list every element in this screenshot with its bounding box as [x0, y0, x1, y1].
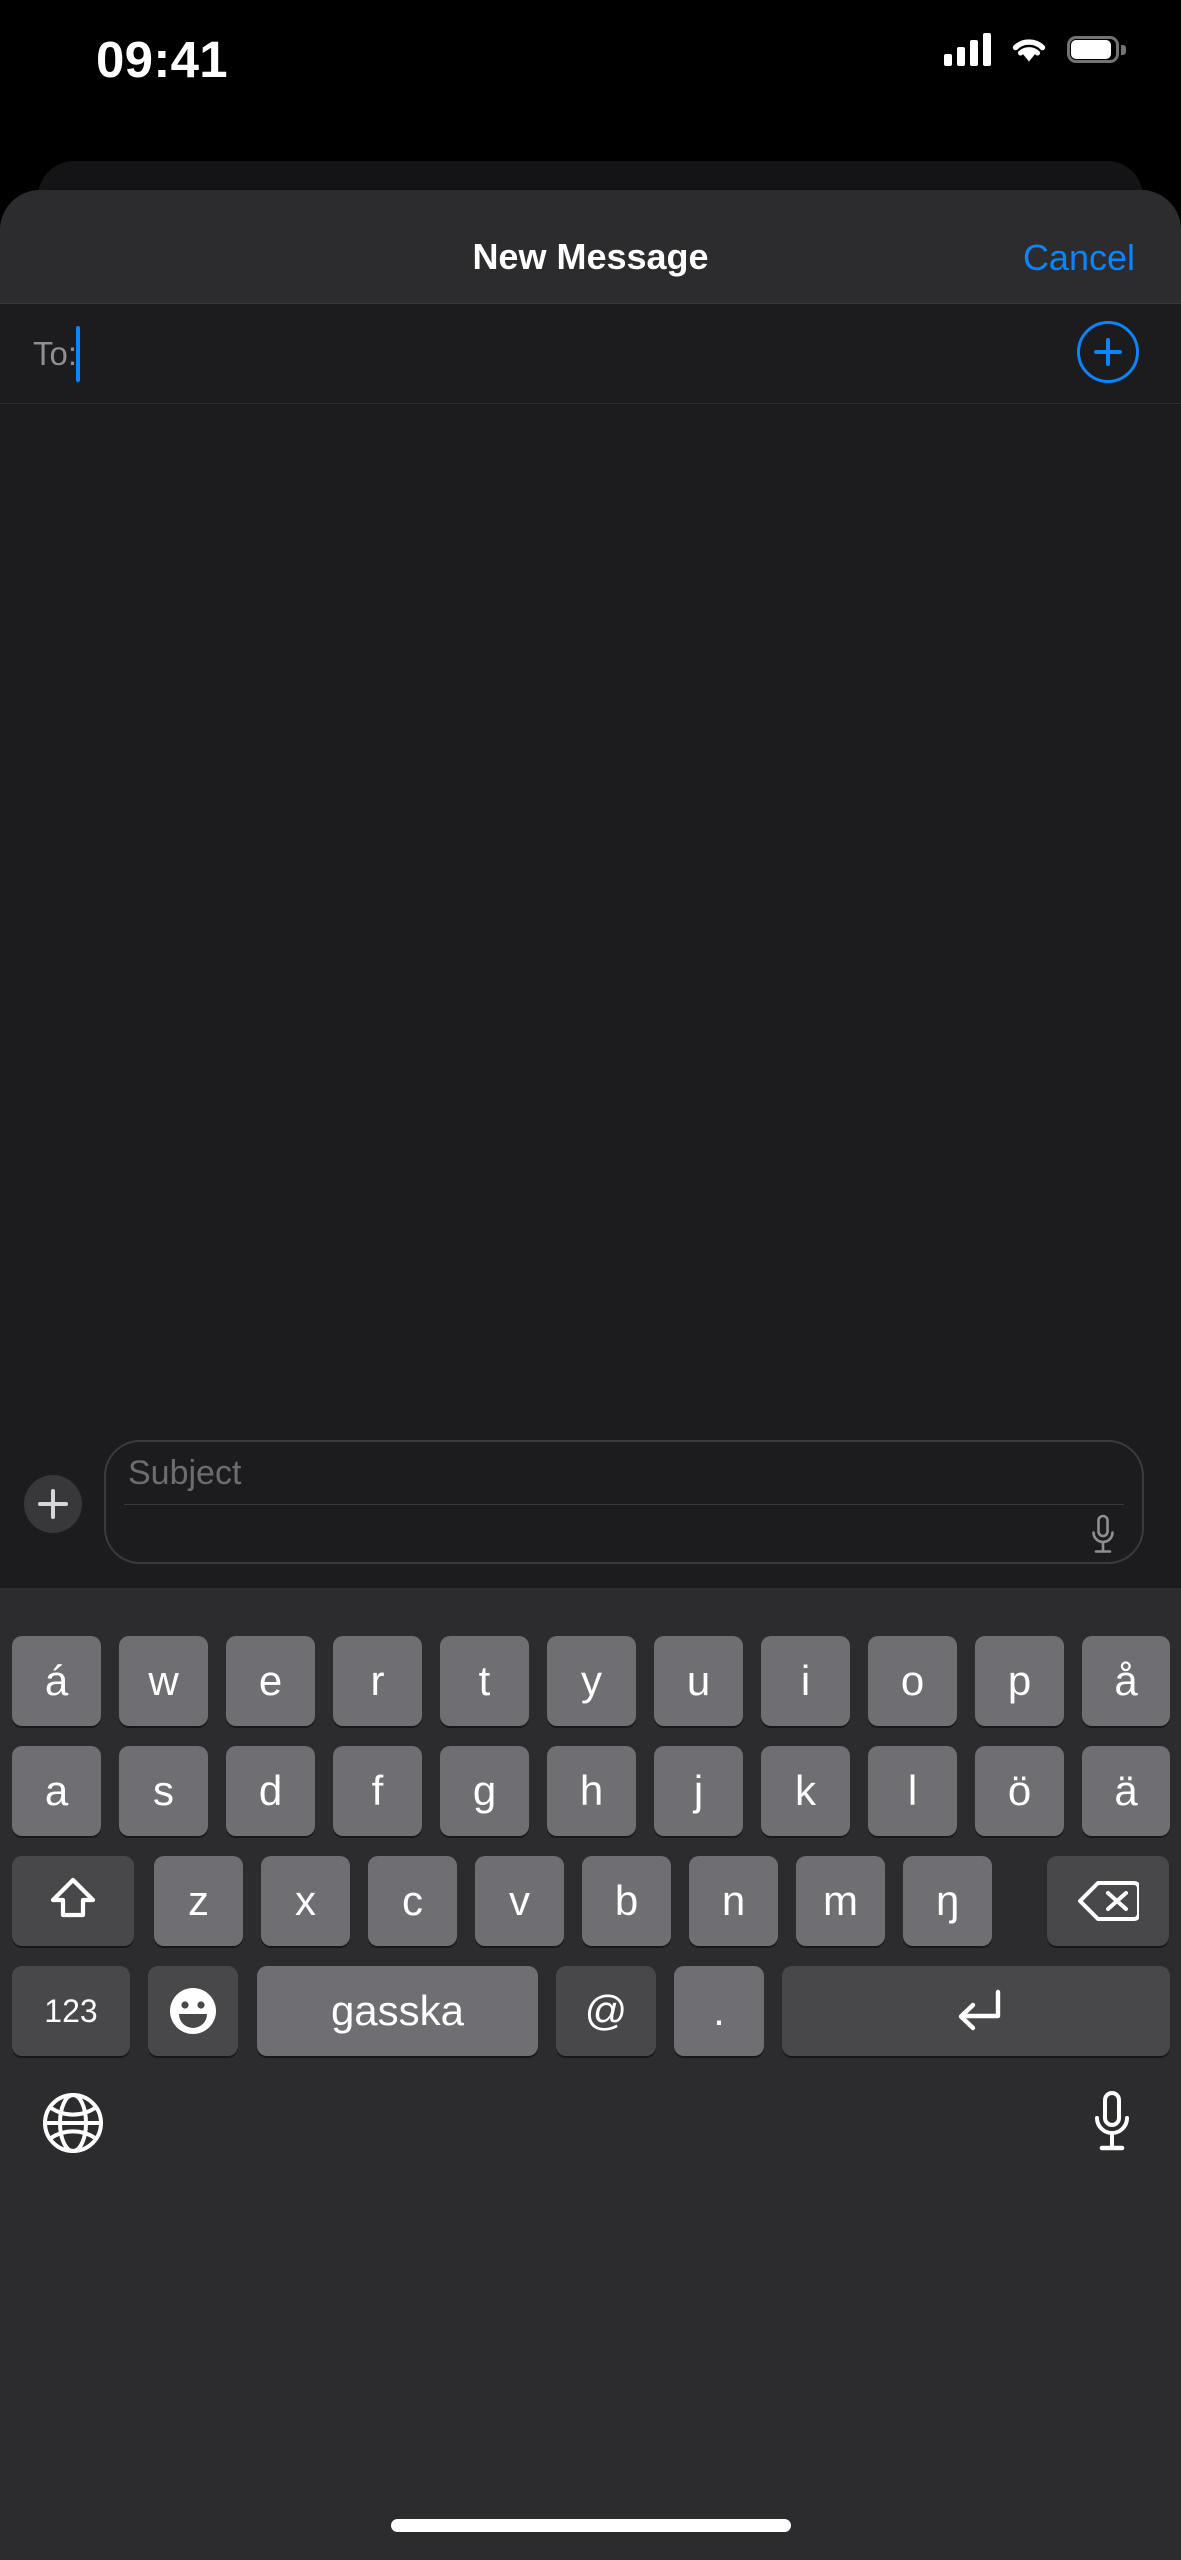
- compose-bar: Subject: [0, 1414, 1181, 1589]
- keyboard-bottom-bar: [0, 2086, 1181, 2206]
- to-label: To:: [33, 335, 78, 372]
- key-g[interactable]: g: [440, 1746, 529, 1836]
- to-field-row[interactable]: To:: [0, 304, 1181, 404]
- key-f[interactable]: f: [333, 1746, 422, 1836]
- key-a-ring[interactable]: å: [1082, 1636, 1170, 1726]
- key-e[interactable]: e: [226, 1636, 315, 1726]
- shift-key[interactable]: [12, 1856, 134, 1946]
- emoji-key[interactable]: [148, 1966, 238, 2056]
- cancel-button[interactable]: Cancel: [1023, 237, 1135, 279]
- home-indicator-bar[interactable]: [390, 2519, 791, 2532]
- status-bar-indicators: [944, 32, 1126, 66]
- wifi-icon: [1012, 39, 1046, 62]
- backspace-key[interactable]: [1047, 1856, 1169, 1946]
- key-a-acute[interactable]: á: [12, 1636, 101, 1726]
- subject-input[interactable]: Subject: [128, 1454, 241, 1493]
- microphone-dictation-icon[interactable]: [1091, 2090, 1133, 2156]
- battery-icon: [1067, 35, 1126, 63]
- key-u[interactable]: u: [654, 1636, 743, 1726]
- key-j[interactable]: j: [654, 1746, 743, 1836]
- new-message-sheet: New Message Cancel To: Subject á w e r t…: [0, 190, 1181, 2560]
- key-b[interactable]: b: [582, 1856, 671, 1946]
- key-z[interactable]: z: [154, 1856, 243, 1946]
- key-eng[interactable]: ŋ: [903, 1856, 992, 1946]
- numeric-key[interactable]: 123: [12, 1966, 130, 2056]
- key-c[interactable]: c: [368, 1856, 457, 1946]
- field-divider: [124, 1504, 1124, 1505]
- subject-body-field[interactable]: Subject: [104, 1440, 1144, 1564]
- key-o[interactable]: o: [868, 1636, 957, 1726]
- key-s[interactable]: s: [119, 1746, 208, 1836]
- key-y[interactable]: y: [547, 1636, 636, 1726]
- add-contact-plus-icon[interactable]: [1077, 321, 1139, 383]
- page-title: New Message: [472, 236, 709, 277]
- key-a[interactable]: a: [12, 1746, 101, 1836]
- key-i[interactable]: i: [761, 1636, 850, 1726]
- key-d[interactable]: d: [226, 1746, 315, 1836]
- key-o-umlaut[interactable]: ö: [975, 1746, 1064, 1836]
- message-body-area[interactable]: [0, 404, 1181, 1414]
- keyboard-row-1: á w e r t y u i o p å: [0, 1636, 1181, 1726]
- cellular-signal-icon: [944, 32, 991, 66]
- microphone-icon[interactable]: [1088, 1514, 1118, 1556]
- key-m[interactable]: m: [796, 1856, 885, 1946]
- key-k[interactable]: k: [761, 1746, 850, 1836]
- key-h[interactable]: h: [547, 1746, 636, 1836]
- space-key[interactable]: gasska: [257, 1966, 538, 2056]
- to-input-caret: [76, 326, 80, 382]
- navigation-bar: New Message Cancel: [0, 190, 1181, 304]
- key-l[interactable]: l: [868, 1746, 957, 1836]
- key-r[interactable]: r: [333, 1636, 422, 1726]
- keyboard-row-2: a s d f g h j k l ö ä: [0, 1746, 1181, 1836]
- key-v[interactable]: v: [475, 1856, 564, 1946]
- key-p[interactable]: p: [975, 1636, 1064, 1726]
- keyboard-row-3: z x c v b n m ŋ: [0, 1856, 1181, 1946]
- status-bar: 09:41: [0, 0, 1181, 165]
- iphone-screen: 09:41 New Message Cancel To: Subject á w…: [0, 0, 1181, 2560]
- status-bar-time: 09:41: [96, 31, 228, 88]
- key-n[interactable]: n: [689, 1856, 778, 1946]
- emoji-smiley-icon: [170, 1988, 216, 2034]
- key-a-umlaut[interactable]: ä: [1082, 1746, 1170, 1836]
- backspace-delete-icon: [1078, 1881, 1139, 1921]
- on-screen-keyboard: á w e r t y u i o p å a s d f g h j k l …: [0, 1588, 1181, 2560]
- globe-language-icon[interactable]: [42, 2092, 104, 2154]
- at-key[interactable]: @: [556, 1966, 656, 2056]
- return-arrow-icon: [958, 1989, 1001, 2031]
- return-key[interactable]: [782, 1966, 1170, 2056]
- key-w[interactable]: w: [119, 1636, 208, 1726]
- shift-arrow-icon: [50, 1877, 96, 1918]
- key-x[interactable]: x: [261, 1856, 350, 1946]
- plus-icon[interactable]: [24, 1475, 82, 1533]
- key-t[interactable]: t: [440, 1636, 529, 1726]
- period-key[interactable]: .: [674, 1966, 764, 2056]
- keyboard-row-4: 123 gasska @ .: [0, 1966, 1181, 2056]
